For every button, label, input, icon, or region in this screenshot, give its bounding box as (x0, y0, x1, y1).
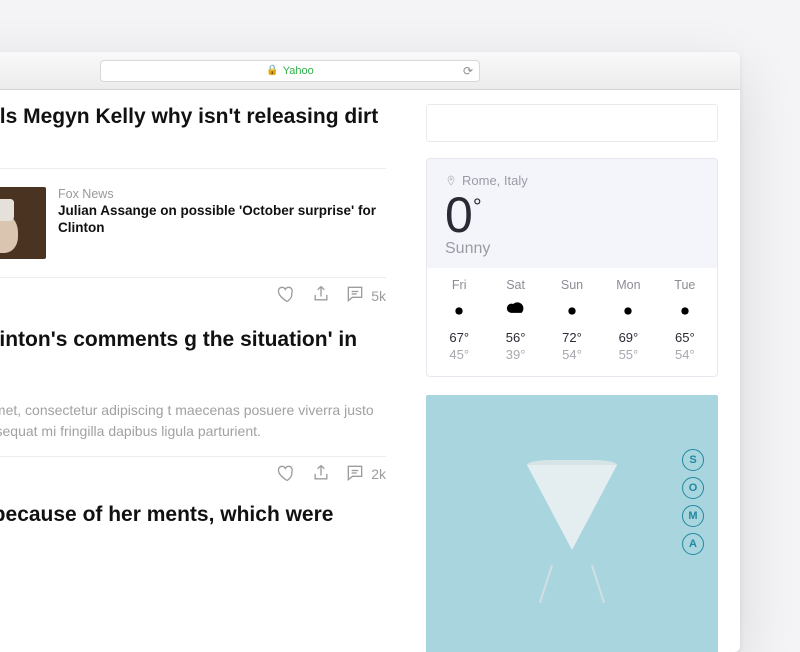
reload-icon[interactable]: ⟳ (463, 64, 473, 78)
content-area: n Assange tells Megyn Kelly why isn't re… (0, 90, 740, 652)
forecast-high: 65° (657, 330, 713, 345)
related-item[interactable]: Fox News Julian Assange on possible 'Oct… (0, 187, 386, 259)
brand-letter: O (682, 477, 704, 499)
comment-icon[interactable] (345, 284, 365, 307)
sidebar-column: Rome, Italy 0° Sunny Fri67°45°Sat56°39°S… (410, 90, 740, 652)
main-column: n Assange tells Megyn Kelly why isn't re… (0, 90, 410, 652)
browser-window: 🔒 Yahoo ⟳ n Assange tells Megyn Kelly wh… (0, 52, 740, 652)
article: n Assange tells Megyn Kelly why isn't re… (0, 104, 386, 323)
related-thumbnail (0, 187, 46, 259)
article-headline[interactable]: ker: Hillary Clinton's comments g the si… (0, 327, 386, 377)
forecast-low: 54° (657, 347, 713, 362)
article-actions: 2k (0, 457, 386, 502)
comment-icon[interactable] (345, 463, 365, 486)
article-actions: 5k (0, 278, 386, 323)
weather-card[interactable]: Rome, Italy 0° Sunny Fri67°45°Sat56°39°S… (426, 158, 718, 377)
weather-forecast: Fri 67° 45° Sat 56° 39° Sun 72° 54° Mon 69° 55° Tue 6… (427, 268, 717, 376)
article-headline[interactable]: n Assange tells Megyn Kelly why isn't re… (0, 104, 386, 154)
forecast-high: 67° (431, 330, 487, 345)
weather-current: Rome, Italy 0° Sunny (427, 159, 717, 268)
weather-condition: Sunny (445, 240, 699, 258)
weather-location: Rome, Italy (445, 173, 699, 188)
like-icon[interactable] (277, 284, 297, 307)
related-source: Fox News (58, 187, 386, 201)
address-bar[interactable]: 🔒 Yahoo ⟳ (100, 60, 480, 82)
weather-icon (544, 298, 600, 324)
forecast-high: 69° (600, 330, 656, 345)
forecast-day[interactable]: Fri 67° 45° (431, 278, 487, 362)
weather-icon (431, 298, 487, 324)
ad-product-image (527, 460, 617, 590)
forecast-low: 39° (487, 347, 543, 362)
forecast-day[interactable]: Tue 65° 54° (657, 278, 713, 362)
share-icon[interactable] (311, 463, 331, 486)
lock-icon: 🔒 (266, 65, 278, 76)
forecast-low: 54° (544, 347, 600, 362)
brand-letter: S (682, 449, 704, 471)
like-icon[interactable] (277, 463, 297, 486)
comment-count: 2k (371, 466, 386, 482)
forecast-day[interactable]: Mon 69° 55° (600, 278, 656, 362)
article: e Solo's ban because of her ments, which… (0, 502, 386, 552)
site-label: Yahoo (283, 65, 314, 77)
forecast-high: 72° (544, 330, 600, 345)
weather-icon (487, 298, 543, 324)
forecast-high: 56° (487, 330, 543, 345)
brand-letter: M (682, 505, 704, 527)
forecast-day-label: Fri (431, 278, 487, 292)
brand-letter: A (682, 533, 704, 555)
related-stories: aks to linton Fox News Julian Assange on… (0, 169, 386, 277)
forecast-low: 55° (600, 347, 656, 362)
forecast-day-label: Tue (657, 278, 713, 292)
forecast-low: 45° (431, 347, 487, 362)
forecast-day[interactable]: Sat 56° 39° (487, 278, 543, 362)
forecast-day[interactable]: Sun 72° 54° (544, 278, 600, 362)
location-pin-icon (445, 175, 457, 187)
ad-brand-logo: SOMA (682, 449, 704, 555)
ad-card[interactable]: SOMA (426, 395, 718, 652)
forecast-day-label: Mon (600, 278, 656, 292)
weather-icon (657, 298, 713, 324)
forecast-day-label: Sun (544, 278, 600, 292)
share-icon[interactable] (311, 284, 331, 307)
article-headline[interactable]: e Solo's ban because of her ments, which… (0, 502, 386, 552)
article: ker: Hillary Clinton's comments g the si… (0, 327, 386, 501)
browser-toolbar: 🔒 Yahoo ⟳ (0, 52, 740, 90)
weather-icon (600, 298, 656, 324)
article-excerpt: rem ipsum dolor sit amet, consectetur ad… (0, 392, 386, 456)
weather-temp: 0° (445, 190, 699, 240)
comment-count: 5k (371, 288, 386, 304)
weather-location-text: Rome, Italy (462, 173, 528, 188)
ad-placeholder[interactable] (426, 104, 718, 142)
related-title: Julian Assange on possible 'October surp… (58, 203, 386, 237)
forecast-day-label: Sat (487, 278, 543, 292)
